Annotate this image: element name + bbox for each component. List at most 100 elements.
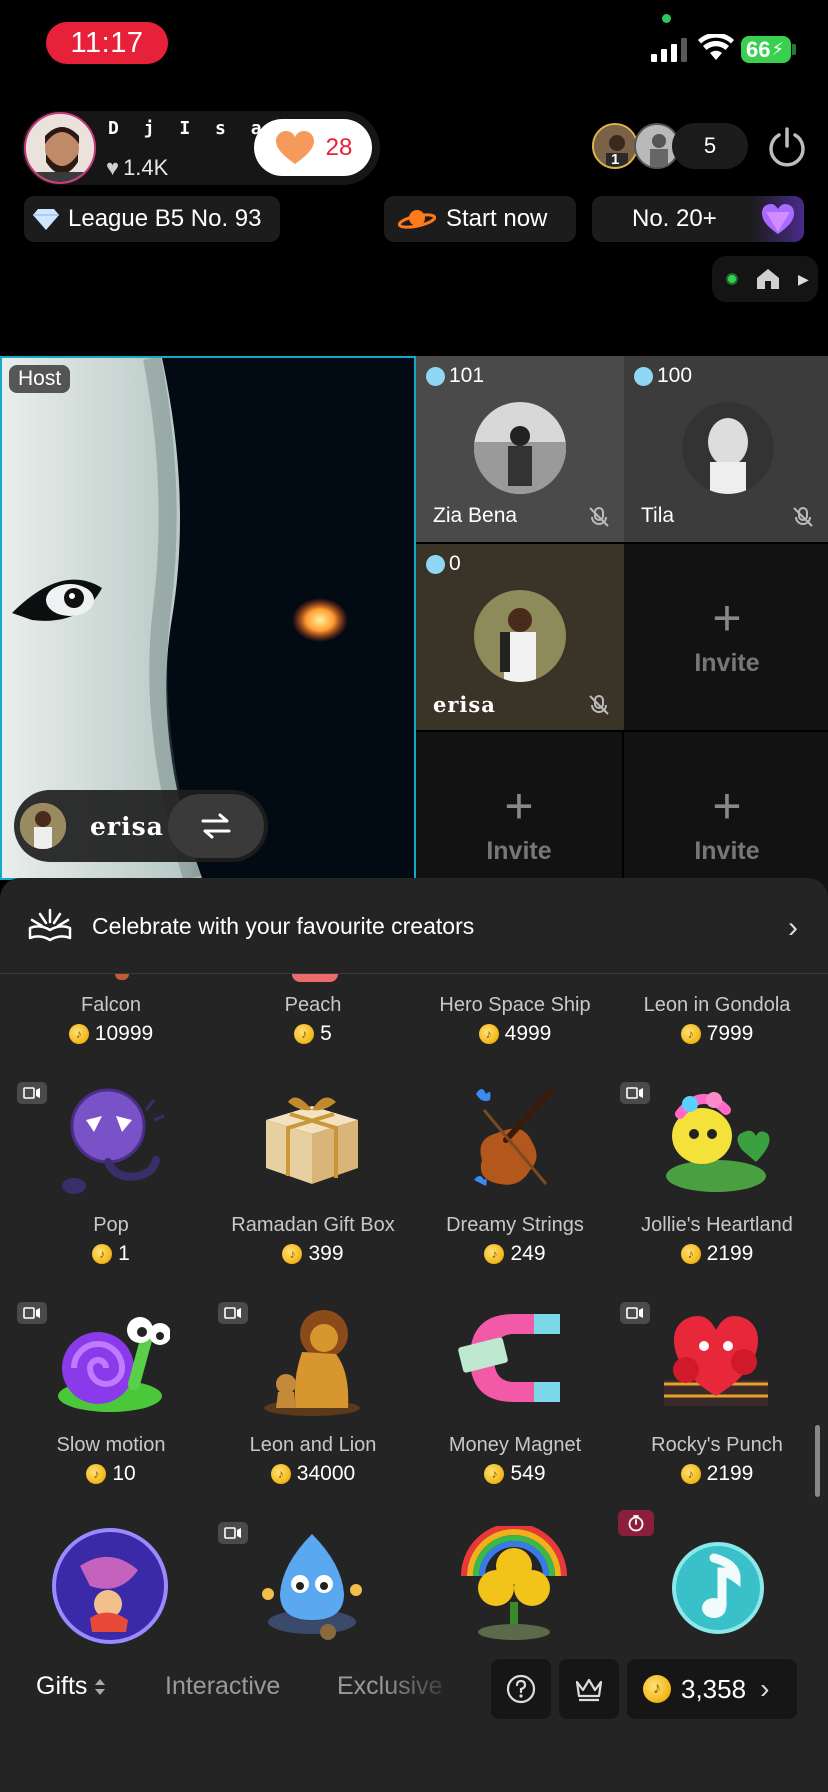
follow-button[interactable]: 28	[254, 119, 372, 176]
heart-icon: ♥	[106, 155, 120, 180]
gift-price: ♪ 2199	[616, 1242, 818, 1266]
plus-icon: +	[504, 777, 534, 834]
mic-muted-icon	[589, 695, 609, 715]
guest-name: Tila	[641, 504, 675, 527]
score-icon	[426, 554, 445, 574]
coin-icon: ♪	[484, 1244, 505, 1264]
tab-fade	[380, 1660, 480, 1720]
coin-icon: ♪	[680, 1024, 701, 1044]
coin-icon: ♪	[282, 1244, 303, 1264]
live-status-dot	[726, 273, 738, 285]
plus-icon: +	[712, 589, 742, 646]
gift-price: ♪ 10	[10, 1462, 212, 1486]
power-icon[interactable]	[766, 126, 808, 168]
vip-button[interactable]	[559, 1659, 619, 1719]
guest-slot[interactable]: 100 Tila	[624, 356, 828, 542]
guest-name: erisa	[90, 812, 164, 841]
sort-icon	[95, 1678, 106, 1695]
host-likes: ♥ 1.4K	[106, 155, 168, 181]
follow-count: 28	[325, 133, 353, 161]
tab-gifts[interactable]: Gifts	[36, 1672, 107, 1701]
guest-avatar[interactable]	[20, 803, 66, 849]
gift-image-falcon	[115, 974, 129, 980]
gift-price: ♪ 1	[10, 1242, 212, 1266]
gift-name: Ramadan Gift Box	[231, 1214, 395, 1236]
mic-muted-icon	[793, 507, 813, 527]
start-now-label: Start now	[446, 205, 548, 232]
invite-label: Invite	[694, 648, 760, 677]
guest-name: Zia Bena	[433, 504, 518, 527]
swap-icon	[201, 813, 231, 839]
live-mini-controls[interactable]: ▶	[712, 256, 818, 302]
battery-indicator: 66 ⚡	[741, 36, 791, 63]
rank-label: No. 20+	[632, 205, 717, 232]
guest-slot[interactable]: 0 erisa	[416, 544, 624, 730]
signal-icon	[651, 38, 689, 62]
gift-image-galaxy-orb	[52, 1528, 168, 1644]
start-now-chip[interactable]: Start now	[384, 196, 576, 242]
gift-name: Jollie's Heartland	[641, 1214, 793, 1236]
swap-button[interactable]	[168, 794, 264, 858]
video-badge-icon	[218, 1302, 248, 1324]
diamond-icon	[33, 209, 59, 230]
coin-icon: ♪	[680, 1244, 701, 1264]
guest-name: erisa	[433, 692, 496, 717]
top-viewer-avatar[interactable]: 1	[592, 123, 638, 169]
gift-price: ♪ 399	[212, 1242, 414, 1266]
tab-interactive[interactable]: Interactive	[165, 1672, 280, 1701]
gem-heart-icon	[752, 196, 804, 242]
camera-indicator	[662, 14, 671, 23]
coin-icon: ♪	[92, 1244, 113, 1264]
heart-icon	[275, 130, 314, 164]
gift-name: Slow motion	[56, 1434, 166, 1456]
score-icon	[426, 366, 445, 386]
gift-price: ♪ 5	[212, 1022, 414, 1046]
banner-text: Celebrate with your favourite creators	[92, 913, 475, 939]
host-tag: Host	[9, 365, 71, 393]
celebrate-banner[interactable]: Celebrate with your favourite creators ›	[0, 878, 828, 974]
gift-price: ♪ 34000	[212, 1462, 414, 1486]
gift-name: Peach	[284, 994, 342, 1016]
video-badge-icon	[620, 1082, 650, 1104]
league-chip[interactable]: League B5 No. 93	[24, 196, 280, 242]
wifi-icon	[698, 34, 734, 60]
gift-image-dreamy-strings	[474, 1089, 553, 1186]
gift-image-music-note	[672, 1542, 764, 1634]
help-button[interactable]	[491, 1659, 551, 1719]
guest-slot[interactable]: 101 Zia Bena	[416, 356, 624, 542]
viewer-count[interactable]: 5	[672, 123, 748, 169]
video-badge-icon	[17, 1302, 47, 1324]
invite-slot[interactable]: + Invite	[624, 544, 828, 730]
gift-image-ramadan-gift-box	[266, 1097, 358, 1184]
guest-avatar	[474, 402, 566, 494]
coin-icon: ♪	[294, 1024, 315, 1044]
chevron-right-icon: ›	[788, 911, 798, 944]
host-avatar[interactable]	[24, 112, 96, 184]
score-icon	[634, 366, 653, 386]
planet-icon	[398, 210, 436, 229]
gift-image-blue-creature	[262, 1534, 362, 1640]
video-badge-icon	[17, 1082, 47, 1104]
coin-icon: ♪	[484, 1464, 505, 1484]
video-badge-icon	[218, 1522, 248, 1544]
mic-muted-icon	[589, 507, 609, 527]
coin-icon: ♪	[643, 1675, 671, 1703]
crown-book-icon	[28, 908, 72, 942]
coin-balance-button[interactable]: ♪ 3,358 ›	[627, 1659, 797, 1719]
guest-score: 0	[426, 552, 461, 576]
gift-name: Money Magnet	[448, 1434, 582, 1456]
gift-image-clover-rainbow	[461, 1526, 567, 1640]
coin-icon: ♪	[68, 1024, 89, 1044]
battery-cap	[792, 44, 796, 55]
gift-price: ♪ 7999	[616, 1022, 818, 1046]
rank-chip[interactable]: No. 20+	[592, 196, 804, 242]
guest-score: 100	[634, 364, 692, 388]
invite-label: Invite	[694, 836, 760, 865]
league-label: League B5 No. 93	[68, 205, 262, 232]
host-likes-value: 1.4K	[123, 155, 169, 180]
invite-label: Invite	[486, 836, 552, 865]
gift-image-slow-motion	[58, 1317, 170, 1412]
gift-image-money-magnet	[458, 1314, 560, 1402]
scrollbar[interactable]	[815, 1425, 820, 1497]
video-badge-icon	[620, 1302, 650, 1324]
